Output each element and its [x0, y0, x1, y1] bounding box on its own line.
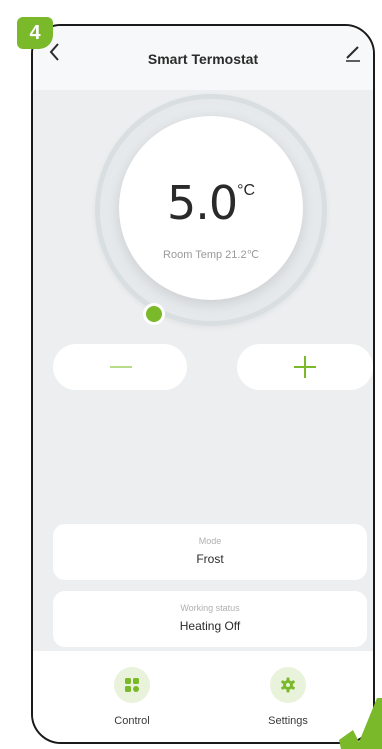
pencil-icon — [346, 46, 360, 62]
working-status-card: Working status Heating Off — [53, 591, 367, 647]
edit-button[interactable] — [341, 40, 365, 64]
set-temperature-display: 5.0°C — [119, 176, 303, 230]
mode-value: Frost — [196, 552, 224, 566]
step-number-badge: 4 — [17, 17, 53, 49]
grid-icon — [114, 667, 150, 703]
gear-icon — [270, 667, 306, 703]
nav-control[interactable]: Control — [92, 667, 172, 737]
phone-frame: Smart Termostat 5.0°C Room Temp 21.2℃ Mo… — [31, 24, 375, 744]
increase-temperature-button[interactable] — [237, 344, 373, 390]
nav-settings[interactable]: Settings — [248, 667, 328, 737]
room-temperature: Room Temp 21.2℃ — [163, 249, 259, 261]
screen: 4 Smart Termostat 5.0°C Room Temp 21.2℃ — [0, 0, 382, 749]
set-temperature-value: 5.0 — [166, 176, 238, 230]
working-status-value: Heating Off — [179, 619, 241, 633]
decrease-temperature-button[interactable] — [53, 344, 187, 390]
working-status-label: Working status — [180, 603, 240, 613]
page-title: Smart Termostat — [147, 51, 259, 67]
mode-card[interactable]: Mode Frost — [53, 524, 367, 580]
nav-control-label: Control — [114, 715, 150, 727]
app-header: Smart Termostat — [33, 26, 373, 90]
minus-icon — [110, 366, 132, 368]
nav-settings-label: Settings — [268, 715, 308, 727]
temperature-unit: °C — [237, 182, 256, 199]
checkmark-icon — [339, 698, 382, 749]
dial-handle[interactable] — [146, 306, 162, 322]
mode-label: Mode — [198, 536, 222, 546]
bottom-nav: Control Settings — [33, 651, 373, 742]
